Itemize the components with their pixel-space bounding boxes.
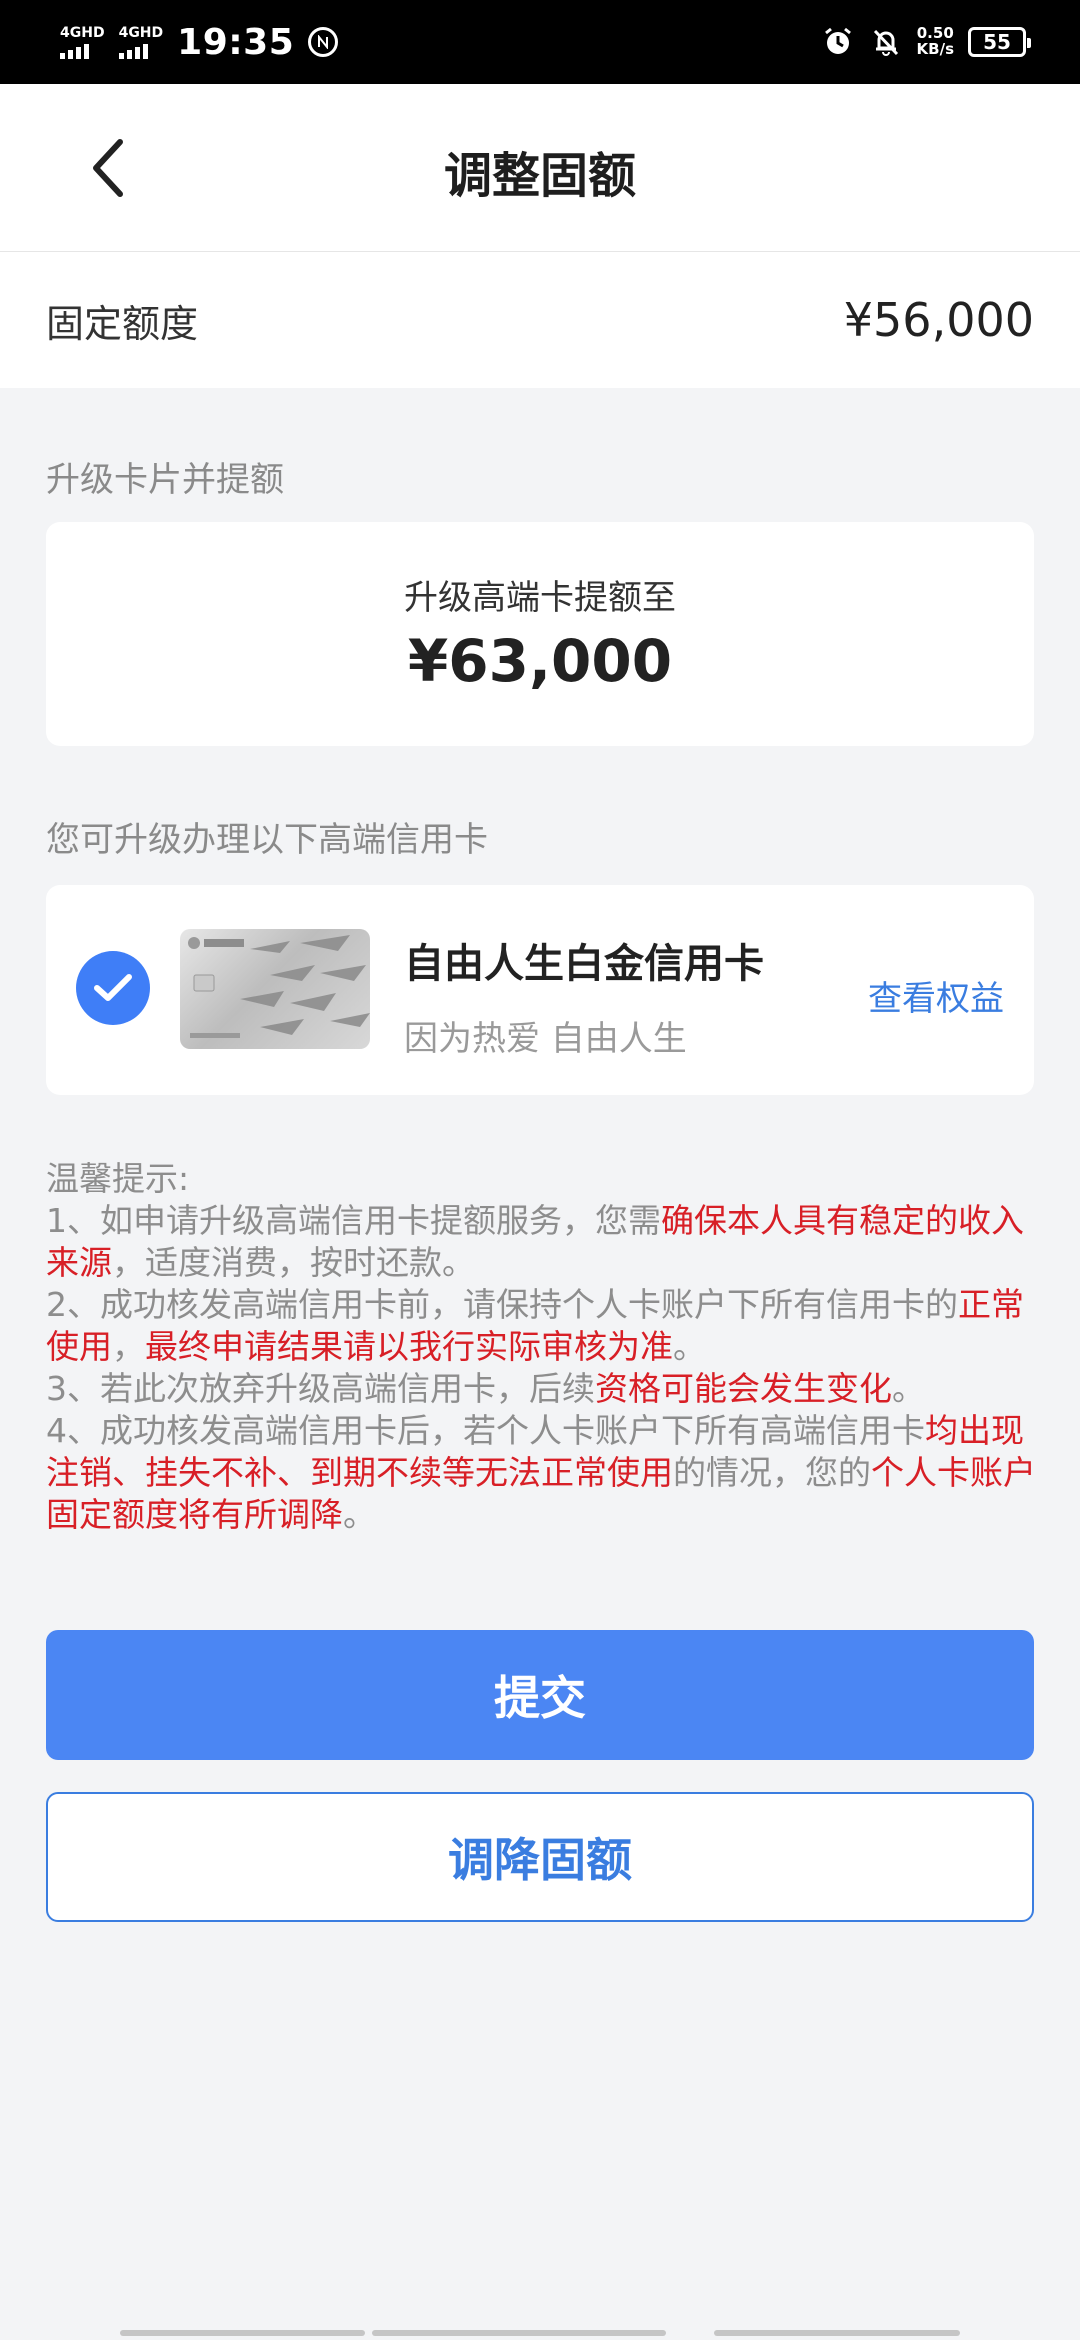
tips-block: 温馨提示: 1、如申请升级高端信用卡提额服务，您需确保本人具有稳定的收入来源，适… [46,1158,1036,1536]
tip-text: 3、若此次放弃升级高端信用卡，后续 [46,1369,595,1408]
signal-icon: 4GHD [60,26,105,59]
status-left: 4GHD 4GHD 19:35 [60,18,339,66]
tip-2: 2、成功核发高端信用卡前，请保持个人卡账户下所有信用卡的正常使用，最终申请结果请… [46,1284,1036,1368]
tip-text: 2、成功核发高端信用卡前，请保持个人卡账户下所有信用卡的 [46,1285,958,1324]
card-option[interactable]: 自由人生白金信用卡 因为热爱 自由人生 查看权益 [46,885,1034,1095]
tip-text: 。 [892,1369,925,1408]
check-icon [94,974,132,1001]
card-name: 自由人生白金信用卡 [404,941,764,987]
tip-1: 1、如申请升级高端信用卡提额服务，您需确保本人具有稳定的收入来源，适度消费，按时… [46,1200,1036,1284]
tip-highlight: 最终申请结果请以我行实际审核为准 [145,1327,673,1366]
card-select-checkbox[interactable] [76,951,150,1025]
tip-3: 3、若此次放弃升级高端信用卡，后续资格可能会发生变化。 [46,1368,1036,1410]
page-title: 调整固额 [443,148,636,204]
upgrade-amount-card: 升级高端卡提额至 ¥63,000 [46,522,1034,746]
tip-text: 4、成功核发高端信用卡后，若个人卡账户下所有高端信用卡 [46,1411,925,1450]
signal-icon: 4GHD [118,24,164,59]
fixed-quota-value: ¥56,000 [843,293,1034,347]
network-type-1: 4GHD [60,24,105,41]
bell-off-icon [869,25,903,59]
alarm-icon [821,25,855,59]
gesture-bar-left [120,2330,365,2336]
battery-icon: 55 [968,27,1031,57]
upgrade-amount: ¥63,000 [407,627,673,695]
fixed-quota-label: 固定额度 [46,301,199,346]
tip-4: 4、成功核发高端信用卡后，若个人卡账户下所有高端信用卡均出现注销、挂失不补、到期… [46,1410,1036,1536]
tip-text: ，适度消费，按时还款。 [112,1243,475,1282]
header: 调整固额 [0,84,1080,252]
network-type-2: 4GHD [118,24,164,41]
upgrade-section-label: 升级卡片并提额 [46,460,284,500]
card-slogan: 因为热爱 自由人生 [404,1019,687,1059]
tip-text: 的情况，您的 [673,1453,871,1492]
submit-button[interactable]: 提交 [46,1630,1034,1760]
status-right: 0.50 KB/s 55 [821,18,1031,66]
nfc-icon [308,27,339,57]
gesture-bar-right [714,2330,960,2336]
credit-card-image [180,929,370,1049]
fixed-quota-row: 固定额度 ¥56,000 [0,252,1080,388]
reduce-quota-button[interactable]: 调降固额 [46,1792,1034,1922]
tip-text: 。 [673,1327,706,1366]
upgrade-card-title: 升级高端卡提额至 [404,578,676,618]
tip-text: 1、如申请升级高端信用卡提额服务，您需 [46,1201,661,1240]
status-time: 19:35 [177,21,295,63]
status-bar: 4GHD 4GHD 19:35 0.50 KB/s 55 [0,0,1080,84]
battery-level: 55 [983,30,1011,54]
gesture-bar-center [372,2330,666,2336]
card-section-label: 您可升级办理以下高端信用卡 [46,820,488,860]
speed-unit: KB/s [916,40,954,58]
tip-text: 。 [343,1495,376,1534]
network-speed: 0.50 KB/s [916,25,954,58]
tip-highlight: 资格可能会发生变化 [595,1369,892,1408]
tips-heading: 温馨提示: [46,1159,190,1198]
view-benefits-link[interactable]: 查看权益 [868,971,1004,1020]
tip-text: ， [112,1327,145,1366]
